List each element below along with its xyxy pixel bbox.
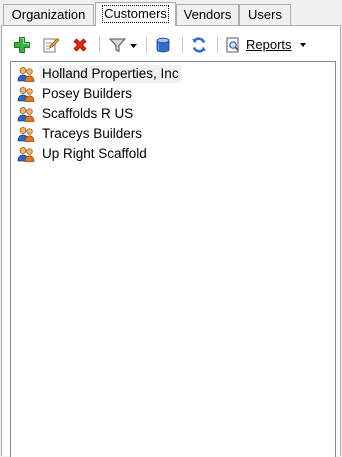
delete-icon [73,38,87,52]
tab-organization-label: Organization [11,7,86,22]
reports-label: Reports [246,37,292,52]
tab-users[interactable]: Users [239,4,291,25]
customer-name: Up Right Scaffold [42,146,147,161]
customer-name: Traceys Builders [42,126,143,141]
toolbar-separator [217,37,219,53]
report-icon [226,37,239,53]
tab-vendors[interactable]: Vendors [176,4,239,25]
customer-group-icon [17,107,35,122]
tab-users-label: Users [248,7,282,22]
filter-dropdown-button[interactable] [105,34,141,56]
database-icon [156,37,170,53]
database-button[interactable] [152,34,174,56]
toolbar-separator [182,37,184,53]
reports-dropdown-button[interactable]: Reports [224,34,316,56]
tab-strip: Organization Customers Vendors Users [0,0,342,26]
customers-panel: Reports Holland Properties, Inc Posey Bu… [1,25,341,457]
customer-group-icon [17,67,35,82]
toolbar-separator [99,37,101,53]
delete-button[interactable] [69,34,91,56]
customer-group-icon [17,87,35,102]
filter-icon [108,38,137,53]
list-item[interactable]: Up Right Scaffold [17,145,149,163]
chevron-down-icon [299,43,306,47]
refresh-button[interactable] [188,34,210,56]
list-item[interactable]: Scaffolds R US [17,105,135,123]
refresh-icon [192,37,206,53]
customer-name: Holland Properties, Inc [40,65,181,83]
list-item[interactable]: Traceys Builders [17,125,144,143]
customer-group-icon [17,147,35,162]
customer-list[interactable]: Holland Properties, Inc Posey Builders S… [10,61,336,457]
toolbar-separator [146,37,148,53]
edit-button[interactable] [40,34,62,56]
customer-name: Scaffolds R US [42,106,134,121]
add-icon [14,37,30,53]
tab-customers-label: Customers [102,5,169,23]
tab-vendors-label: Vendors [183,7,232,22]
edit-icon [43,37,60,53]
list-item[interactable]: Posey Builders [17,85,134,103]
add-button[interactable] [11,34,33,56]
tab-organization[interactable]: Organization [3,4,94,25]
tab-customers[interactable]: Customers [95,2,176,26]
customer-group-icon [17,127,35,142]
list-item[interactable]: Holland Properties, Inc [17,65,181,83]
customer-name: Posey Builders [42,86,133,101]
toolbar: Reports [2,26,340,58]
